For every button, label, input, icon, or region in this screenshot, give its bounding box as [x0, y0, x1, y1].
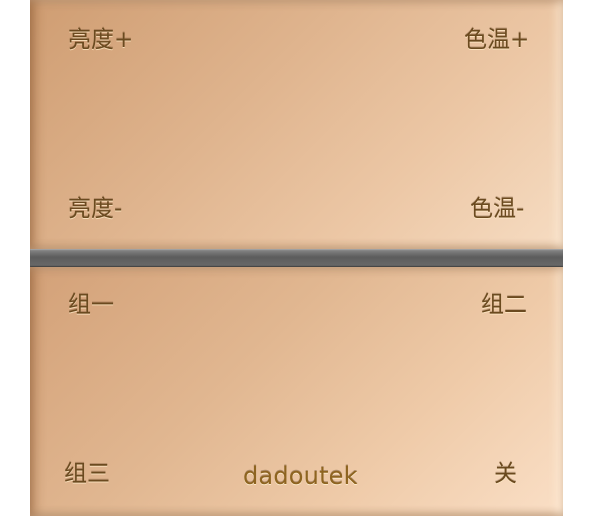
color-temp-up-button[interactable]: 色温+ — [464, 29, 529, 52]
group-one-button[interactable]: 组一 — [68, 294, 114, 317]
brand-logo: dadoutek — [243, 462, 358, 490]
group-three-button[interactable]: 组三 — [64, 463, 110, 486]
color-temp-down-button[interactable]: 色温- — [470, 198, 524, 221]
group-two-button[interactable]: 组二 — [481, 294, 527, 317]
brightness-down-button[interactable]: 亮度- — [68, 198, 122, 221]
brightness-up-button[interactable]: 亮度+ — [68, 29, 133, 52]
panel-divider — [30, 249, 563, 267]
power-off-button[interactable]: 关 — [494, 463, 517, 486]
